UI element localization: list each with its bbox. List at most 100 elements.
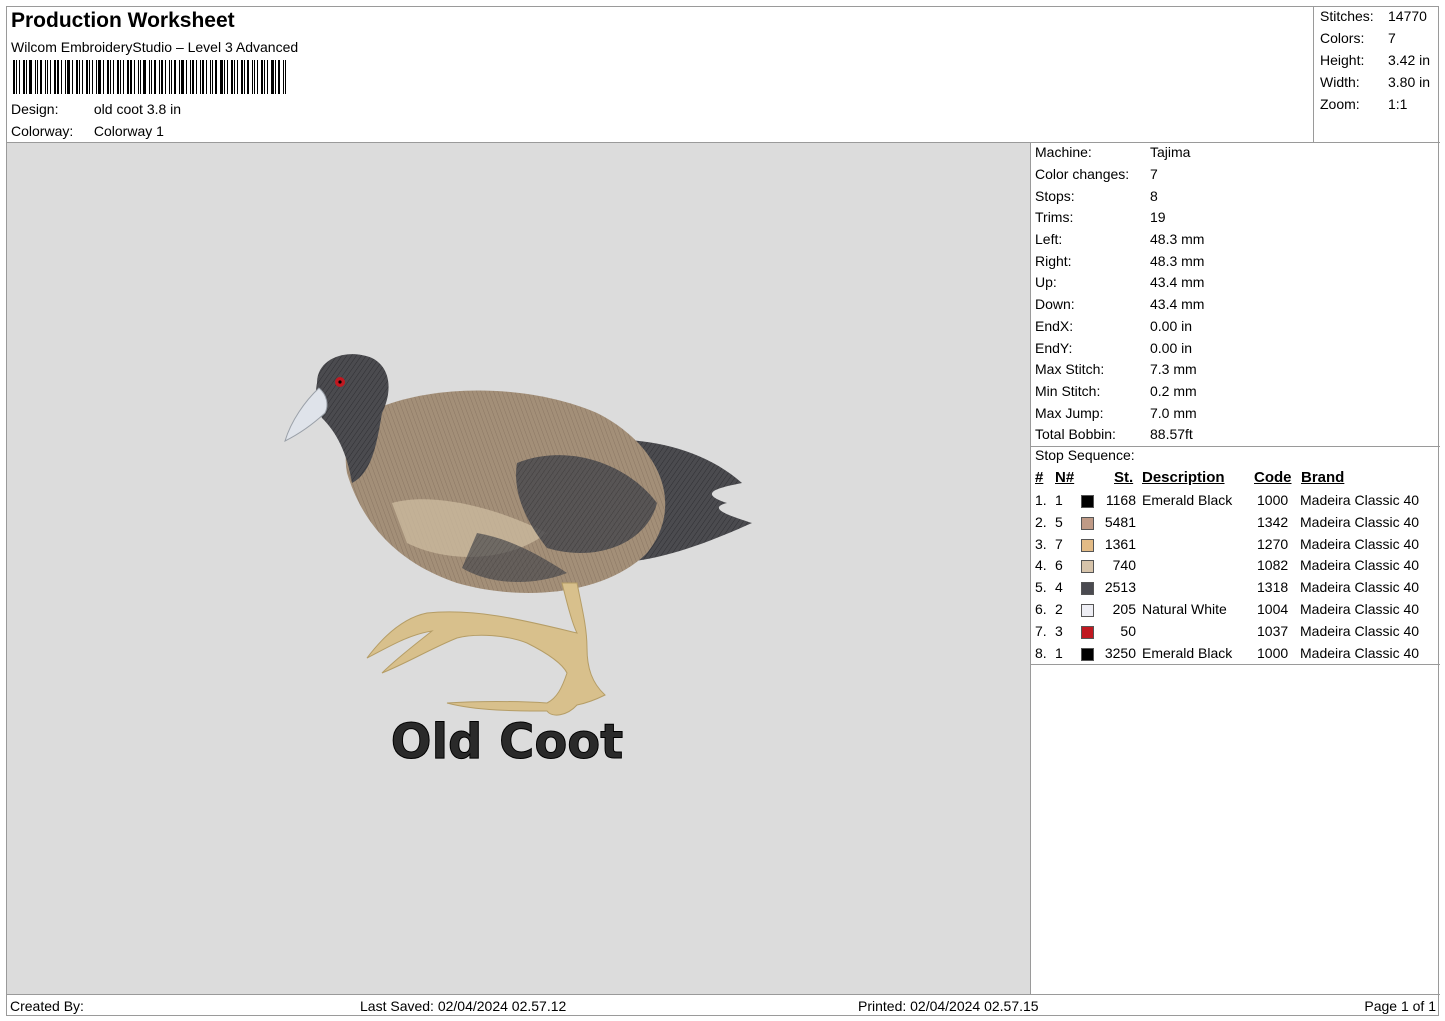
barcode-bar xyxy=(275,60,276,94)
barcode-bar xyxy=(79,60,80,94)
info-trims: Trims: 19 xyxy=(1035,209,1166,225)
barcode-bar xyxy=(283,60,284,94)
info-min-stitch: Min Stitch: 0.2 mm xyxy=(1035,383,1197,399)
row-num: 8. xyxy=(1035,644,1047,661)
colorway-value: Colorway 1 xyxy=(93,123,164,139)
divider xyxy=(1031,664,1440,665)
row-needle: 6 xyxy=(1055,557,1063,574)
stop-sequence-row: 4. 6 740 1082 Madeira Classic 40 xyxy=(1031,557,1440,578)
info-down: Down: 43.4 mm xyxy=(1035,296,1205,312)
barcode-bar xyxy=(244,60,245,94)
row-stitches: 5481 xyxy=(1104,513,1136,530)
row-num: 6. xyxy=(1035,601,1047,617)
barcode-bar xyxy=(140,60,141,94)
barcode-bar xyxy=(241,60,243,94)
barcode-bar xyxy=(13,60,15,94)
barcode-bar xyxy=(110,60,111,94)
barcode-bar xyxy=(67,60,70,94)
barcode-bar xyxy=(103,60,104,94)
stop-sequence-title: Stop Sequence: xyxy=(1035,447,1135,463)
row-num: 1. xyxy=(1035,492,1047,508)
barcode-bar xyxy=(215,60,217,94)
row-description: Natural White xyxy=(1142,601,1227,617)
barcode-bar xyxy=(76,60,78,94)
design-label: Design: xyxy=(11,101,59,117)
col-header-st: St. xyxy=(1114,469,1134,486)
row-stitches: 2513 xyxy=(1104,579,1136,596)
stop-sequence-row: 3. 7 1361 1270 Madeira Classic 40 xyxy=(1031,536,1440,557)
color-swatch xyxy=(1081,516,1094,530)
row-stitches: 205 xyxy=(1112,601,1136,617)
row-stitches: 50 xyxy=(1120,622,1136,639)
colorway-label: Colorway: xyxy=(11,123,74,139)
row-num: 7. xyxy=(1035,622,1047,639)
barcode-bar xyxy=(16,60,17,94)
barcode-bar xyxy=(72,60,73,94)
row-code: 1082 xyxy=(1257,557,1289,574)
color-swatch xyxy=(1081,538,1094,552)
info-right: Right: 48.3 mm xyxy=(1035,253,1205,269)
barcode-bar xyxy=(254,60,255,94)
barcode-bar xyxy=(107,60,109,94)
info-endx: EndX: 0.00 in xyxy=(1035,318,1193,334)
barcode xyxy=(13,60,303,94)
row-needle: 1 xyxy=(1055,644,1063,661)
row-needle: 1 xyxy=(1055,492,1063,508)
barcode-bar xyxy=(65,60,66,94)
info-max-stitch: Max Stitch: 7.3 mm xyxy=(1035,361,1197,377)
design-preview: Old Coot xyxy=(7,143,1031,994)
barcode-bar xyxy=(261,60,263,94)
info-up: Up: 43.4 mm xyxy=(1035,274,1205,290)
row-code: 1004 xyxy=(1257,601,1289,617)
info-total-bobbin: Total Bobbin: 88.57ft xyxy=(1035,426,1193,442)
barcode-bar xyxy=(181,60,184,94)
stat-height: Height: 3.42 in xyxy=(1320,52,1431,68)
barcode-bar xyxy=(285,60,286,94)
barcode-bar xyxy=(26,60,27,94)
row-needle: 5 xyxy=(1055,513,1063,530)
barcode-bar xyxy=(45,60,46,94)
barcode-bar xyxy=(174,60,176,94)
row-brand: Madeira Classic 40 xyxy=(1300,535,1420,552)
row-code: 1342 xyxy=(1257,513,1289,530)
row-num: 2. xyxy=(1035,513,1047,530)
barcode-bar xyxy=(123,60,124,94)
row-stitches: 740 xyxy=(1112,557,1136,574)
color-swatch xyxy=(1081,604,1094,617)
barcode-bar xyxy=(117,60,119,94)
barcode-bar xyxy=(267,60,268,94)
colorway-row: Colorway: Colorway 1 xyxy=(11,123,164,139)
stop-sequence-row: 8. 1 3250 Emerald Black 1000 Madeira Classic … xyxy=(1031,645,1440,666)
barcode-bar xyxy=(92,60,93,94)
color-swatch xyxy=(1081,582,1094,596)
info-endy: EndY: 0.00 in xyxy=(1035,340,1193,356)
barcode-bar xyxy=(151,60,152,94)
stop-sequence-row: 1. 1 1168 Emerald Black 1000 Madeira Classic … xyxy=(1031,492,1440,513)
barcode-bar xyxy=(143,60,146,94)
color-swatch xyxy=(1081,625,1094,639)
barcode-bar xyxy=(82,60,83,94)
row-code: 1037 xyxy=(1257,622,1289,639)
barcode-bar xyxy=(54,60,56,94)
row-needle: 3 xyxy=(1055,622,1063,639)
info-stops: Stops: 8 xyxy=(1035,188,1158,204)
barcode-bar xyxy=(61,60,62,94)
row-brand: Madeira Classic 40 xyxy=(1300,579,1420,596)
barcode-bar xyxy=(179,60,180,94)
barcode-bar xyxy=(206,60,207,94)
barcode-bar xyxy=(220,60,223,94)
design-stats: Stitches: 14770 Colors: 7 Height: 3.42 in W… xyxy=(1314,7,1440,143)
last-saved: Last Saved: 02/04/2024 02.57.12 xyxy=(360,998,567,1014)
barcode-bar xyxy=(89,60,90,94)
barcode-bar xyxy=(196,60,197,94)
barcode-bar xyxy=(120,60,121,94)
barcode-bar xyxy=(190,60,191,94)
row-stitches: 3250 xyxy=(1104,644,1136,661)
barcode-bar xyxy=(224,60,225,94)
row-brand: Madeira Classic 40 xyxy=(1300,622,1420,639)
worksheet-header: Production Worksheet Wilcom EmbroiderySt… xyxy=(7,7,1314,143)
barcode-bar xyxy=(271,60,274,94)
barcode-bar xyxy=(202,60,204,94)
row-stitches: 1168 xyxy=(1105,492,1136,508)
barcode-bar xyxy=(227,60,228,94)
